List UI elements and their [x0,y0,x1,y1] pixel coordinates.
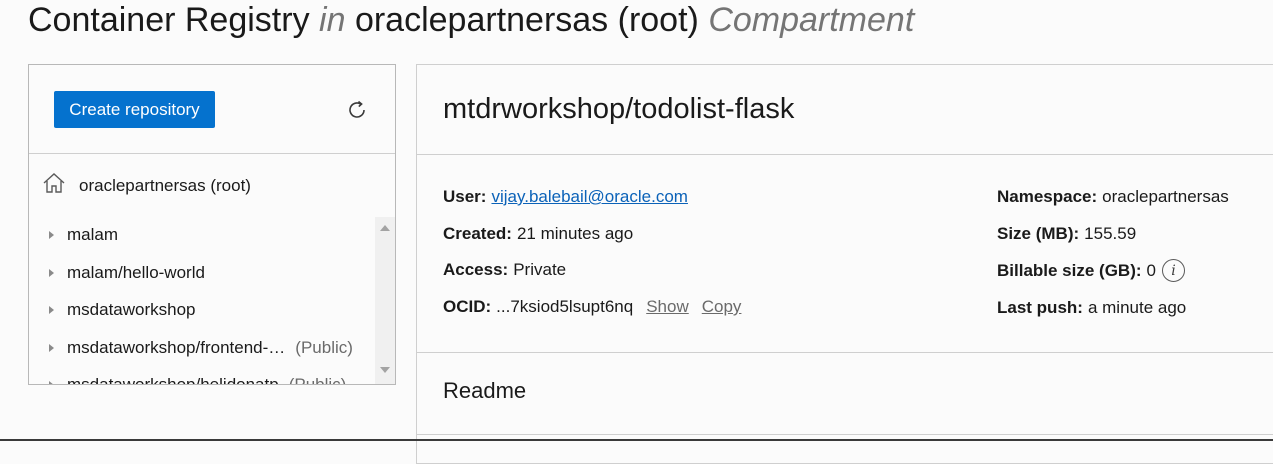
public-tag: (Public) [289,375,347,384]
bottom-divider [0,439,1273,441]
compartment-word: Compartment [708,1,915,39]
user-label: User: [443,187,487,206]
repository-tree: malam malam/hello-world msdataworkshop m… [29,217,395,384]
create-repository-button[interactable]: Create repository [54,91,215,128]
size-row: Size (MB): 155.59 [997,224,1136,244]
billable-size-value: 0 [1146,260,1156,280]
tree-scrollbar[interactable] [375,217,395,384]
billable-size-row: Billable size (GB): 0 i [997,259,1185,282]
namespace-label: Namespace: [997,187,1098,206]
caret-right-icon[interactable] [49,231,54,239]
created-label: Created: [443,224,512,243]
user-row: User: vijay.balebail@oracle.com [443,187,688,207]
size-value: 155.59 [1084,224,1137,243]
ocid-value: ...7ksiod5lsupt6nq [496,297,634,316]
tree-item-label: malam [67,225,119,244]
namespace-row: Namespace: oraclepartnersas [997,187,1229,207]
divider [417,352,1273,353]
scroll-down-icon[interactable] [380,367,390,373]
user-email-link[interactable]: vijay.balebail@oracle.com [491,187,687,207]
repository-list-panel: Create repository oraclepartnersas (root… [28,64,396,385]
info-icon[interactable]: i [1162,259,1185,282]
ocid-row: OCID: ...7ksiod5lsupt6nq Show Copy [443,297,741,317]
repository-details-panel: mtdrworkshop/todolist-flask User: vijay.… [416,64,1273,464]
last-push-row: Last push: a minute ago [997,298,1186,318]
caret-right-icon[interactable] [49,269,54,277]
tree-item-msdataworkshop-helidonatp[interactable]: msdataworkshop/helidonatp (Public) [49,373,346,384]
access-label: Access: [443,260,509,279]
compartment-name: oraclepartnersas (root) [354,1,699,39]
tree-item-label: msdataworkshop/frontend-… [67,338,286,357]
tree-item-label: msdataworkshop [67,300,196,319]
refresh-icon[interactable] [345,98,369,122]
access-row: Access: Private [443,260,566,280]
tree-item-label: msdataworkshop/helidonatp [67,375,279,384]
repository-title: mtdrworkshop/todolist-flask [443,93,795,125]
caret-right-icon[interactable] [49,306,54,314]
readme-section-title[interactable]: Readme [443,378,526,404]
last-push-value: a minute ago [1087,298,1187,317]
last-push-label: Last push: [997,298,1083,317]
page-title-main: Container Registry [28,1,310,39]
home-icon [41,171,67,200]
root-compartment-row[interactable]: oraclepartnersas (root) [41,171,251,200]
size-label: Size (MB): [997,224,1080,243]
created-value: 21 minutes ago [516,224,634,243]
public-tag: (Public) [295,338,353,357]
repository-list-header: Create repository [29,65,395,154]
namespace-value: oraclepartnersas [1102,187,1229,206]
divider [417,154,1273,155]
tree-item-malam-hello-world[interactable]: malam/hello-world [49,261,205,285]
ocid-show-link[interactable]: Show [646,297,689,317]
tree-item-label: malam/hello-world [67,263,205,282]
access-value: Private [513,260,567,279]
page-title: Container Registry in oraclepartnersas (… [28,0,914,40]
tree-item-malam[interactable]: malam [49,223,118,247]
tree-item-msdataworkshop-frontend[interactable]: msdataworkshop/frontend-… (Public) [49,336,353,360]
root-compartment-label: oraclepartnersas (root) [79,175,251,195]
ocid-label: OCID: [443,297,492,316]
billable-size-label: Billable size (GB): [997,260,1142,280]
divider [417,434,1273,435]
ocid-copy-link[interactable]: Copy [702,297,742,317]
caret-right-icon[interactable] [49,344,54,352]
in-word: in [319,1,346,39]
scroll-up-icon[interactable] [380,225,390,231]
caret-right-icon[interactable] [49,381,54,384]
created-row: Created: 21 minutes ago [443,224,633,244]
tree-item-msdataworkshop[interactable]: msdataworkshop [49,298,196,322]
